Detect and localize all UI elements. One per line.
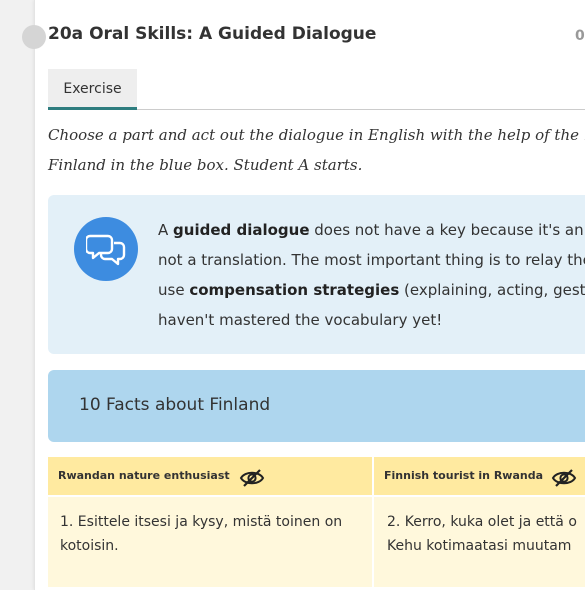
info-line-2: not a translation. The most important th… [158, 245, 585, 275]
info-line-1-end: does not have a key because it's an im [310, 221, 585, 239]
exercise-title: 20a Oral Skills: A Guided Dialogue [48, 24, 376, 44]
header-label-a: Rwandan nature enthusiast [58, 457, 230, 495]
info-text: A guided dialogue does not have a key be… [158, 215, 585, 335]
info-line-3-end: (explaining, acting, gesturi [399, 281, 585, 299]
tab-exercise[interactable]: Exercise [48, 69, 137, 110]
facts-box-title: 10 Facts about Finland [79, 395, 270, 415]
table-header-student-a: Rwandan nature enthusiast [48, 457, 372, 495]
info-line-1-start: A [158, 221, 173, 239]
header-label-b: Finnish tourist in Rwanda [384, 457, 543, 495]
cell-b1-line-1: 2. Kerro, kuka olet ja että o [387, 510, 577, 534]
dialogue-table: Rwandan nature enthusiast Finnish touris… [48, 457, 585, 587]
info-line-3: use compensation strategies (explaining,… [158, 275, 585, 305]
info-line-4: haven't mastered the vocabulary yet! [158, 305, 585, 335]
exercise-number: 20a [48, 24, 83, 44]
facts-box-header[interactable]: 10 Facts about Finland [48, 370, 585, 442]
table-header-student-b: Finnish tourist in Rwanda [374, 457, 585, 495]
exercise-title-text: Oral Skills: A Guided Dialogue [89, 24, 376, 44]
instructions-line-1: Choose a part and act out the dialogue i… [48, 120, 585, 150]
tab-bar: Exercise [48, 69, 585, 110]
cell-b1-line-2: Kehu kotimaatasi muutam [387, 534, 571, 558]
info-box: A guided dialogue does not have a key be… [48, 195, 585, 354]
info-line-1: A guided dialogue does not have a key be… [158, 215, 585, 245]
speech-bubbles-icon [74, 217, 138, 281]
cell-a1-line-1: 1. Esittele itsesi ja kysy, mistä toinen… [60, 510, 342, 534]
info-line-3-start: use [158, 281, 189, 299]
cell-a1-line-2: kotoisin. [60, 534, 119, 558]
info-bold-guided-dialogue: guided dialogue [173, 221, 309, 239]
instructions-line-2: Finland in the blue box. Student A start… [48, 150, 585, 180]
completion-indicator [22, 25, 46, 49]
table-cell-b1: 2. Kerro, kuka olet ja että o Kehu kotim… [374, 497, 585, 587]
instructions: Choose a part and act out the dialogue i… [48, 120, 585, 180]
table-cell-a1: 1. Esittele itsesi ja kysy, mistä toinen… [48, 497, 372, 587]
score-value: 0 [575, 28, 585, 44]
info-bold-compensation: compensation strategies [189, 281, 399, 299]
